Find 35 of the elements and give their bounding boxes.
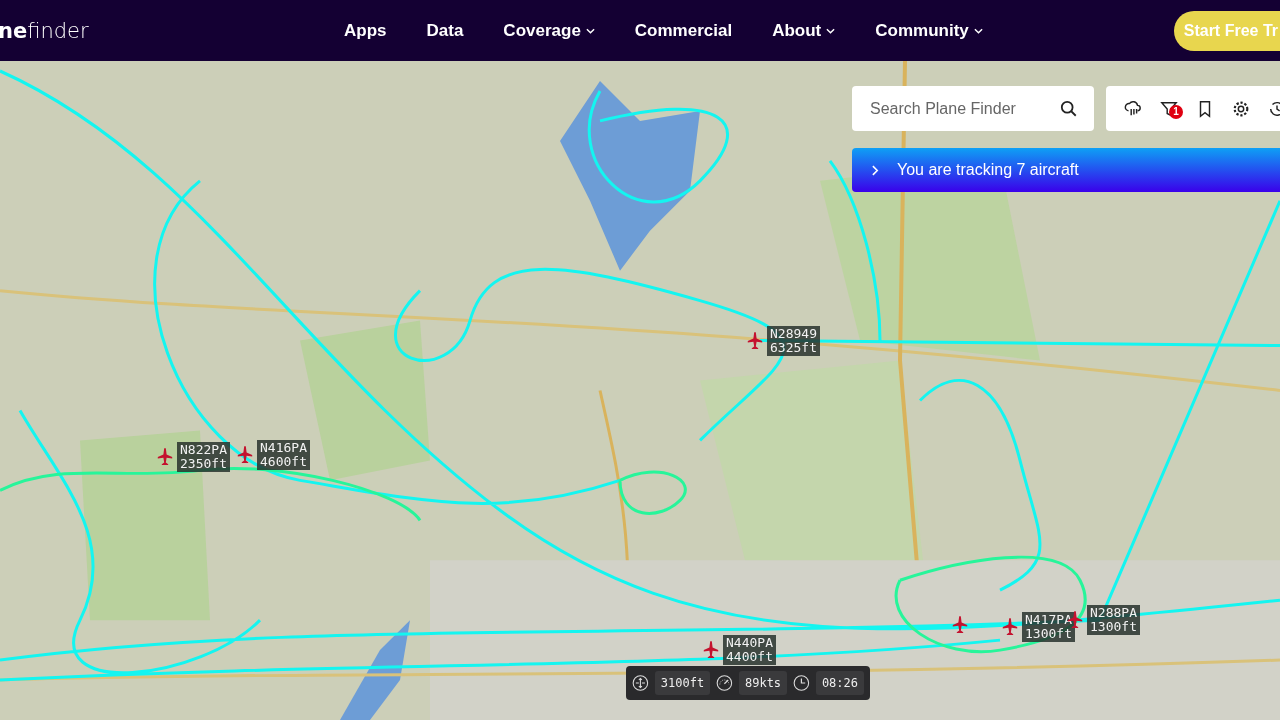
airplane-icon[interactable] xyxy=(952,615,968,635)
clock-icon xyxy=(793,672,810,694)
aircraft-label[interactable]: N416PA 4600ft xyxy=(257,440,310,470)
aircraft-label[interactable]: N28949 6325ft xyxy=(767,326,820,356)
nav-link[interactable]: Apps xyxy=(324,20,407,41)
airplane-icon[interactable] xyxy=(237,445,253,465)
logo[interactable]: nefinder xyxy=(0,18,318,43)
airplane-icon[interactable] xyxy=(747,331,763,351)
aircraft-label[interactable]: N288PA 1300ft xyxy=(1087,605,1140,635)
nav-link[interactable]: Community xyxy=(855,20,1003,41)
aircraft-label[interactable]: N822PA 2350ft xyxy=(177,442,230,472)
nav-link[interactable]: Coverage xyxy=(483,20,615,41)
airplane-icon[interactable] xyxy=(1002,617,1018,637)
nav-link[interactable]: Data xyxy=(406,20,484,41)
time-value: 08:26 xyxy=(815,671,864,695)
airplane-icon[interactable] xyxy=(703,640,719,660)
search-field[interactable]: Search Plane Finder xyxy=(852,86,1094,131)
airplane-icon[interactable] xyxy=(157,447,173,467)
nav-link[interactable]: About xyxy=(752,20,856,41)
nav-link[interactable]: Commercial xyxy=(614,20,753,41)
banner-text: You are tracking 7 aircraft xyxy=(897,161,1079,179)
speedometer-icon xyxy=(716,672,733,694)
history-icon[interactable] xyxy=(1268,99,1280,118)
search-icon[interactable] xyxy=(1060,99,1078,118)
filter-icon[interactable] xyxy=(1160,99,1178,118)
altitude-icon xyxy=(632,672,649,694)
chevron-icon xyxy=(872,164,879,176)
filter-count-badge: 1 xyxy=(1169,104,1183,119)
tracking-banner[interactable]: You are tracking 7 aircraft xyxy=(852,148,1280,192)
settings-icon[interactable] xyxy=(1232,99,1250,118)
aircraft-label[interactable]: N417PA 1300ft xyxy=(1022,612,1075,642)
altitude-value: 3100ft xyxy=(654,671,711,695)
weather-cloud-icon[interactable] xyxy=(1124,99,1142,118)
speed-value: 89kts xyxy=(738,671,788,695)
aircraft-label[interactable]: N440PA 4400ft xyxy=(723,635,776,665)
